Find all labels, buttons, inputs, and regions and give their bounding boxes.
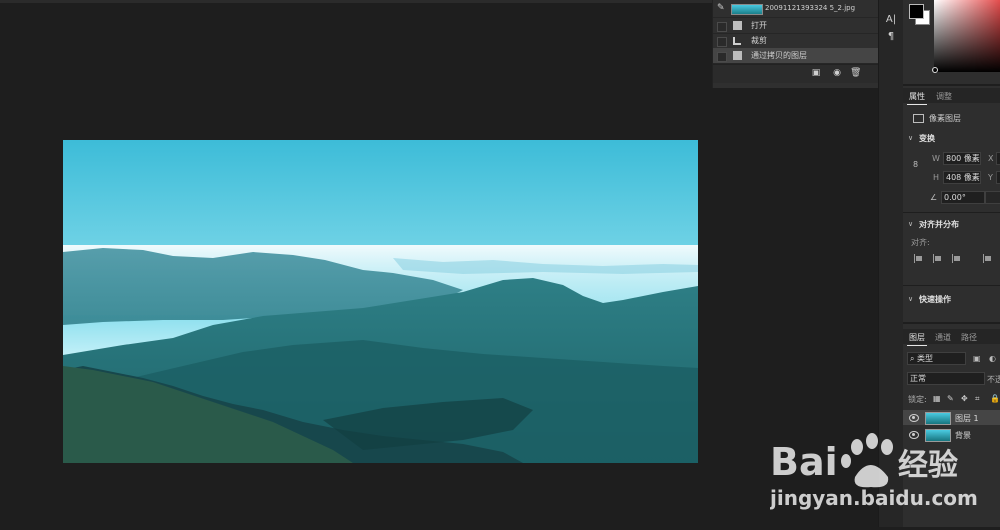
lock-position-icon[interactable]: ✥	[961, 395, 969, 403]
blend-mode-select[interactable]: 正常	[907, 372, 985, 385]
paragraph-icon[interactable]: ¶	[885, 31, 897, 42]
document-icon	[733, 51, 742, 60]
lock-artboard-icon[interactable]: ⌗	[975, 395, 983, 403]
y-label: Y	[988, 173, 993, 182]
history-snapshot[interactable]: ✎ 20091121393324 5_2.jpg	[713, 1, 879, 18]
new-document-from-state-icon[interactable]: ▣	[811, 69, 821, 78]
transform-section-title[interactable]: 变换	[919, 133, 935, 144]
layer-filter-select[interactable]: ⌕ 类型	[907, 352, 966, 365]
layer-type-label: 像素图层	[929, 114, 961, 123]
tab-layers[interactable]: 图层	[907, 332, 927, 346]
layer-filter-label: 类型	[917, 354, 934, 363]
quick-actions-title[interactable]: 快速操作	[919, 294, 951, 305]
paw-logo-icon	[841, 433, 893, 488]
search-icon: ⌕	[910, 354, 918, 363]
angle-icon: ∠	[930, 193, 938, 202]
tab-channels[interactable]: 通道	[935, 332, 951, 343]
snapshot-thumbnail	[731, 4, 763, 15]
width-field[interactable]: 800 像素	[943, 152, 981, 165]
tab-properties[interactable]: 属性	[907, 91, 927, 105]
history-item-label: 裁剪	[751, 36, 767, 45]
lock-label: 锁定:	[908, 395, 927, 404]
align-section-title[interactable]: 对齐并分布	[919, 219, 959, 230]
lock-image-icon[interactable]: ✎	[947, 395, 955, 403]
color-picker-field[interactable]	[934, 0, 1000, 72]
panel-divider	[903, 322, 1000, 324]
document-canvas[interactable]	[63, 140, 698, 463]
opacity-label: 不透	[987, 375, 1000, 384]
history-item-label: 打开	[751, 21, 767, 30]
landscape-image	[63, 140, 698, 463]
panel-divider	[903, 84, 1000, 86]
watermark-brand: Bai	[770, 440, 838, 484]
crop-icon	[733, 37, 741, 45]
align-top-icon[interactable]	[983, 254, 991, 263]
align-right-icon[interactable]	[952, 254, 960, 263]
angle-field[interactable]: 0.00°	[941, 191, 985, 204]
section-divider	[903, 212, 1000, 213]
camera-icon[interactable]: ◉	[832, 69, 842, 78]
watermark-brand-suffix: 经验	[898, 448, 958, 483]
link-icon[interactable]: 8	[913, 160, 918, 169]
x-field[interactable]	[996, 152, 1000, 165]
history-checkbox[interactable]	[717, 37, 727, 47]
adjustment-filter-icon[interactable]: ◐	[989, 354, 996, 363]
y-field[interactable]	[996, 171, 1000, 184]
snapshot-label: 20091121393324 5_2.jpg	[765, 4, 856, 12]
chevron-down-icon[interactable]: ∨	[908, 134, 913, 142]
width-label: W	[932, 154, 940, 163]
history-item-crop[interactable]: 裁剪	[713, 33, 879, 49]
properties-tabs: 属性 调整	[903, 88, 1000, 105]
chevron-down-icon[interactable]: ∨	[908, 220, 913, 228]
lock-transparent-icon[interactable]: ▦	[933, 395, 941, 403]
align-left-icon[interactable]	[914, 254, 922, 263]
character-icon[interactable]: A|	[885, 14, 897, 25]
x-label: X	[988, 154, 994, 163]
baidu-jingyan-watermark: Bai 经验 jingyan.baidu.com	[769, 415, 1000, 527]
history-checkbox[interactable]	[717, 22, 727, 32]
history-footer: ▣ ◉ 🗑	[713, 64, 879, 83]
align-label: 对齐:	[911, 238, 930, 247]
height-field[interactable]: 408 像素	[943, 171, 981, 184]
section-divider	[903, 285, 1000, 286]
history-item-label: 通过拷贝的图层	[751, 51, 807, 60]
document-icon	[733, 21, 742, 30]
lock-all-icon[interactable]: 🔒	[990, 395, 1000, 403]
angle-dropdown[interactable]	[985, 191, 1000, 204]
tab-adjustments[interactable]: 调整	[936, 91, 952, 102]
history-checkbox[interactable]	[717, 52, 727, 62]
image-filter-icon[interactable]: ▣	[973, 354, 981, 363]
brush-source-icon[interactable]: ✎	[717, 4, 726, 13]
layers-tabs: 图层 通道 路径	[903, 329, 1000, 346]
color-picker-cursor[interactable]	[932, 67, 938, 73]
tab-paths[interactable]: 路径	[961, 332, 977, 343]
history-panel: ✎ 20091121393324 5_2.jpg 打开 裁剪 通过拷贝的图层 ▣…	[712, 0, 879, 88]
trash-icon[interactable]: 🗑	[850, 69, 861, 78]
pixel-layer-icon	[913, 114, 924, 123]
chevron-down-icon[interactable]: ∨	[908, 295, 913, 303]
watermark-url: jingyan.baidu.com	[770, 486, 978, 510]
history-item-open[interactable]: 打开	[713, 18, 879, 34]
foreground-color-swatch[interactable]	[909, 4, 924, 19]
history-item-layer-via-copy[interactable]: 通过拷贝的图层	[713, 48, 879, 64]
height-label: H	[933, 173, 940, 182]
align-center-icon[interactable]	[933, 254, 941, 263]
